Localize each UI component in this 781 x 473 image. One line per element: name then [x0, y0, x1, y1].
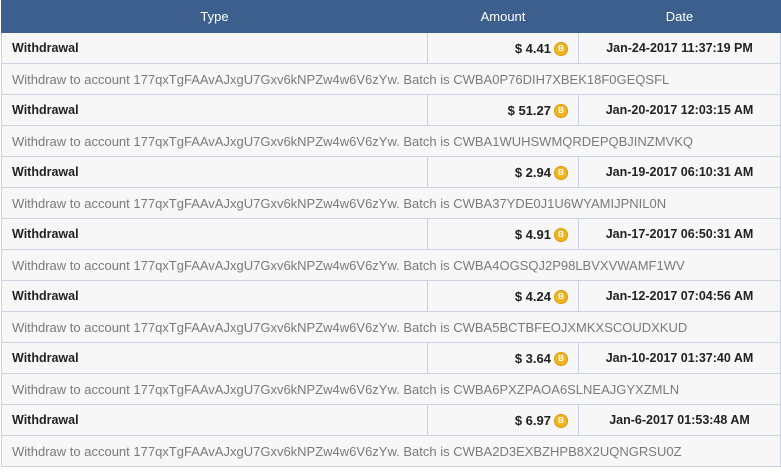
transaction-amount: $ 6.97: [514, 412, 551, 428]
bitcoin-icon: B: [554, 227, 568, 242]
transaction-detail-row: Withdraw to account 177qxTgFAAvAJxgU7Gxv…: [1, 311, 781, 343]
transaction-date: Jan-24-2017 11:37:19 PM: [578, 32, 781, 64]
transaction-amount: $ 4.41: [514, 40, 551, 56]
transaction-date: Jan-12-2017 07:04:56 AM: [578, 280, 781, 312]
bitcoin-icon: B: [554, 289, 568, 304]
transaction-amount-cell: $ 2.94 B: [427, 156, 579, 188]
transaction-description: Withdraw to account 177qxTgFAAvAJxgU7Gxv…: [1, 125, 781, 157]
transaction-amount: $ 3.64: [514, 350, 551, 366]
amount-column-header[interactable]: Amount: [427, 0, 579, 33]
transaction-detail-row: Withdraw to account 177qxTgFAAvAJxgU7Gxv…: [1, 63, 781, 95]
transaction-type: Withdrawal: [1, 404, 428, 436]
transaction-description: Withdraw to account 177qxTgFAAvAJxgU7Gxv…: [1, 435, 781, 467]
bitcoin-icon: B: [554, 103, 568, 118]
transactions-table: Type Amount Date Withdrawal $ 4.41 B Jan-24…: [1, 0, 781, 467]
transaction-date: Jan-20-2017 12:03:15 AM: [578, 94, 781, 126]
transaction-date: Jan-17-2017 06:50:31 AM: [578, 218, 781, 250]
transaction-type: Withdrawal: [1, 342, 428, 374]
type-column-header[interactable]: Type: [1, 0, 428, 33]
transaction-date: Jan-6-2017 01:53:48 AM: [578, 404, 781, 436]
transaction-amount-cell: $ 4.91 B: [427, 218, 579, 250]
bitcoin-icon: B: [554, 413, 568, 428]
transaction-amount-cell: $ 3.64 B: [427, 342, 579, 374]
transaction-amount: $ 51.27: [507, 102, 551, 118]
date-column-header[interactable]: Date: [578, 0, 781, 33]
transaction-description: Withdraw to account 177qxTgFAAvAJxgU7Gxv…: [1, 311, 781, 343]
transaction-amount-cell: $ 4.24 B: [427, 280, 579, 312]
transaction-detail-row: Withdraw to account 177qxTgFAAvAJxgU7Gxv…: [1, 125, 781, 157]
transaction-type: Withdrawal: [1, 218, 428, 250]
bitcoin-icon: B: [554, 165, 568, 180]
transaction-description: Withdraw to account 177qxTgFAAvAJxgU7Gxv…: [1, 63, 781, 95]
transaction-amount-cell: $ 4.41 B: [427, 32, 579, 64]
transaction-amount-cell: $ 6.97 B: [427, 404, 579, 436]
transaction-description: Withdraw to account 177qxTgFAAvAJxgU7Gxv…: [1, 249, 781, 281]
transaction-amount-cell: $ 51.27 B: [427, 94, 579, 126]
transaction-row: Withdrawal $ 4.41 B Jan-24-2017 11:37:19 PM: [1, 32, 781, 64]
transaction-detail-row: Withdraw to account 177qxTgFAAvAJxgU7Gxv…: [1, 249, 781, 281]
transaction-detail-row: Withdraw to account 177qxTgFAAvAJxgU7Gxv…: [1, 187, 781, 219]
table-header-row: Type Amount Date: [1, 0, 781, 33]
transaction-amount: $ 4.91: [514, 226, 551, 242]
transaction-row: Withdrawal $ 4.24 B Jan-12-2017 07:04:56 AM: [1, 280, 781, 312]
transaction-amount: $ 2.94: [514, 164, 551, 180]
transactions-body: Withdrawal $ 4.41 B Jan-24-2017 11:37:19 PM…: [1, 32, 781, 467]
transaction-detail-row: Withdraw to account 177qxTgFAAvAJxgU7Gxv…: [1, 373, 781, 405]
transaction-amount: $ 4.24: [514, 288, 551, 304]
transaction-date: Jan-19-2017 06:10:31 AM: [578, 156, 781, 188]
transaction-type: Withdrawal: [1, 32, 428, 64]
transaction-type: Withdrawal: [1, 94, 428, 126]
bitcoin-icon: B: [554, 41, 568, 56]
bitcoin-icon: B: [554, 351, 568, 366]
transaction-type: Withdrawal: [1, 156, 428, 188]
transaction-date: Jan-10-2017 01:37:40 AM: [578, 342, 781, 374]
transaction-description: Withdraw to account 177qxTgFAAvAJxgU7Gxv…: [1, 373, 781, 405]
transaction-row: Withdrawal $ 2.94 B Jan-19-2017 06:10:31 AM: [1, 156, 781, 188]
transaction-detail-row: Withdraw to account 177qxTgFAAvAJxgU7Gxv…: [1, 435, 781, 467]
transaction-row: Withdrawal $ 6.97 B Jan-6-2017 01:53:48 AM: [1, 404, 781, 436]
transaction-row: Withdrawal $ 3.64 B Jan-10-2017 01:37:40 AM: [1, 342, 781, 374]
transaction-row: Withdrawal $ 51.27 B Jan-20-2017 12:03:15 A…: [1, 94, 781, 126]
transaction-description: Withdraw to account 177qxTgFAAvAJxgU7Gxv…: [1, 187, 781, 219]
transaction-row: Withdrawal $ 4.91 B Jan-17-2017 06:50:31 AM: [1, 218, 781, 250]
transaction-type: Withdrawal: [1, 280, 428, 312]
